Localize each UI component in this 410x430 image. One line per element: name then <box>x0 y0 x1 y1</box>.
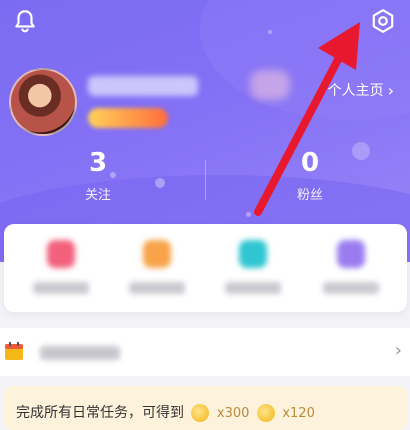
stat-divider <box>205 160 206 200</box>
row-label-blurred <box>40 346 120 360</box>
tool-icon-blurred <box>337 240 365 268</box>
reward-amount-1: x300 <box>216 406 250 421</box>
daily-task-banner[interactable]: 完成所有日常任务，可得到 x300 x120 <box>4 386 407 430</box>
coin-icon <box>256 404 275 422</box>
tool-label-blurred <box>225 282 281 294</box>
username-blurred <box>88 76 198 96</box>
decor-dot <box>246 212 251 217</box>
daily-checkin-row[interactable]: › <box>0 328 410 376</box>
tool-label-blurred <box>129 282 185 294</box>
homepage-link[interactable]: 个人主页 › <box>328 80 394 100</box>
tool-label-blurred <box>323 282 379 294</box>
gear-icon[interactable] <box>370 8 396 34</box>
level-badge-blurred <box>88 108 168 128</box>
profile-header: 个人主页 › 3 关注 0 粉丝 <box>0 0 410 262</box>
tool-icon-blurred <box>239 240 267 268</box>
tool-item[interactable] <box>218 240 288 294</box>
decor-dot <box>268 30 272 34</box>
coin-icon <box>191 404 210 422</box>
fans-count: 0 <box>300 148 320 178</box>
follow-count: 3 <box>88 148 108 178</box>
follow-label: 关注 <box>84 188 111 203</box>
fans-stat[interactable]: 0 粉丝 <box>240 148 380 203</box>
follow-stat[interactable]: 3 关注 <box>28 148 168 203</box>
homepage-label: 个人主页 <box>327 83 384 99</box>
tools-card <box>4 224 407 312</box>
reward-amount-2: x120 <box>282 406 315 421</box>
tool-item[interactable] <box>26 240 96 294</box>
tool-icon-blurred <box>47 240 75 268</box>
fans-label: 粉丝 <box>296 188 323 203</box>
tool-item[interactable] <box>316 240 386 294</box>
bell-icon[interactable] <box>12 8 38 34</box>
avatar[interactable] <box>9 68 77 136</box>
blurred-decoration <box>250 70 290 100</box>
task-text: 完成所有日常任务，可得到 <box>16 405 184 421</box>
tool-item[interactable] <box>122 240 192 294</box>
tool-icon-blurred <box>143 240 171 268</box>
calendar-icon <box>5 342 23 360</box>
tool-label-blurred <box>33 282 89 294</box>
chevron-right-icon: › <box>394 340 402 361</box>
chevron-right-icon: › <box>387 80 394 100</box>
